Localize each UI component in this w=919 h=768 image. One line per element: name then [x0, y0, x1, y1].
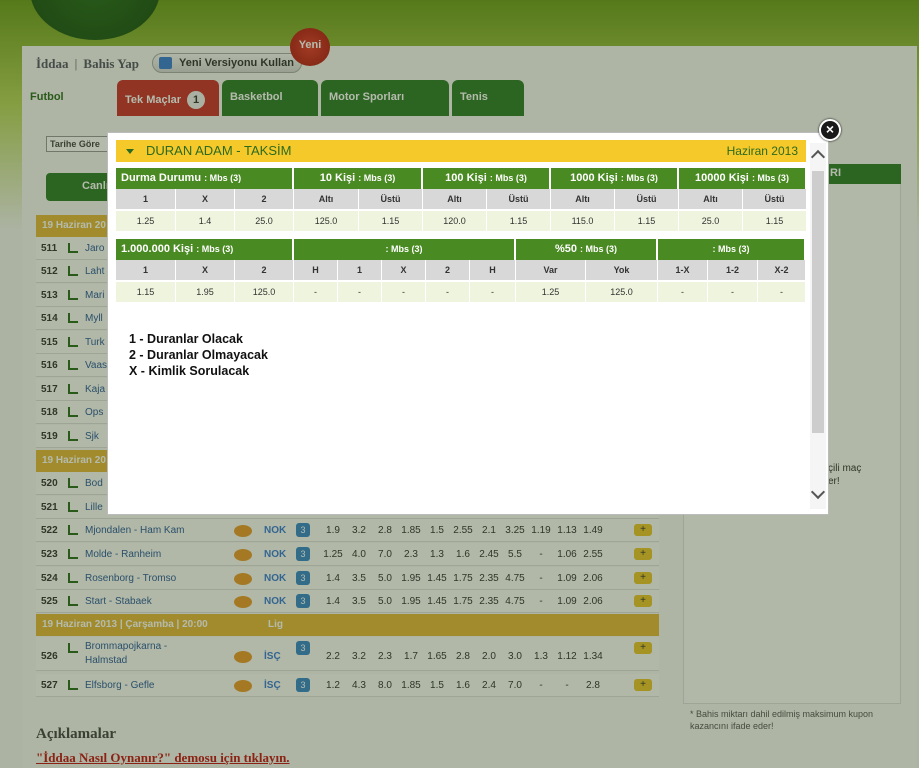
outcome-label: Yok: [586, 260, 658, 280]
odds-cell[interactable]: 1.15: [116, 282, 176, 302]
market-mbs: : Mbs (3): [204, 173, 242, 183]
market-title: 100 Kişi: [445, 172, 487, 184]
modal-scrollbar[interactable]: [810, 143, 826, 509]
scroll-down-icon[interactable]: [810, 484, 826, 500]
legend: 1 - Duranlar Olacak 2 - Duranlar Olmayac…: [129, 331, 268, 379]
market-mbs: : Mbs (3): [358, 173, 396, 183]
outcome-label: 1-X: [658, 260, 708, 280]
outcome-label: Üstü: [487, 189, 551, 209]
market-header: 1000 Kişi : Mbs (3): [551, 168, 679, 189]
odds-cell[interactable]: 1.15: [743, 211, 807, 231]
outcome-label: Var: [516, 260, 586, 280]
outcome-label: 2: [235, 189, 294, 209]
outcome-label: 1: [338, 260, 382, 280]
outcome-label: Altı: [551, 189, 615, 209]
scroll-thumb[interactable]: [812, 171, 824, 433]
market-header: 100 Kişi : Mbs (3): [423, 168, 551, 189]
odds-cell[interactable]: -: [382, 282, 426, 302]
odds-cell[interactable]: -: [294, 282, 338, 302]
market-header: 10000 Kişi : Mbs (3): [679, 168, 807, 189]
scroll-up-icon[interactable]: [810, 149, 826, 165]
market-title: 1000 Kişi: [570, 172, 618, 184]
market-header: : Mbs (3): [294, 239, 516, 260]
market-header: Durma Durumu : Mbs (3): [116, 168, 294, 189]
outcome-label: Altı: [423, 189, 487, 209]
outcome-label: Altı: [294, 189, 359, 209]
market-mbs: : Mbs (3): [712, 244, 750, 254]
market-header: %50 : Mbs (3): [516, 239, 658, 260]
odds-cell[interactable]: -: [708, 282, 758, 302]
odds-cell[interactable]: 125.0: [294, 211, 359, 231]
odds-cell[interactable]: -: [426, 282, 470, 302]
odds-cell[interactable]: -: [470, 282, 516, 302]
market-mbs: : Mbs (3): [385, 244, 423, 254]
grid-value-row: 1.15 1.95 125.0- - - - -1.25 125.0- - -: [116, 282, 806, 302]
market-mbs: : Mbs (3): [196, 244, 234, 254]
market-title: %50: [554, 243, 577, 255]
market-title: Durma Durumu: [121, 172, 202, 184]
odds-cell[interactable]: 120.0: [423, 211, 487, 231]
grid-header-row: Durma Durumu : Mbs (3) 10 Kişi : Mbs (3) 1…: [116, 168, 807, 189]
outcome-label: Üstü: [359, 189, 423, 209]
market-title: 1.000.000 Kişi: [121, 243, 194, 255]
legend-item: 2 - Duranlar Olmayacak: [129, 348, 268, 362]
market-mbs: : Mbs (3): [751, 173, 789, 183]
close-icon[interactable]: ×: [819, 119, 841, 141]
odds-cell[interactable]: 25.0: [679, 211, 743, 231]
odds-cell[interactable]: 1.15: [487, 211, 551, 231]
market-header: 10 Kişi : Mbs (3): [294, 168, 423, 189]
market-title: 10000 Kişi: [695, 172, 749, 184]
outcome-label: Altı: [679, 189, 743, 209]
outcome-label: Üstü: [615, 189, 679, 209]
modal-title-bar[interactable]: DURAN ADAM - TAKSİM Haziran 2013: [116, 140, 806, 162]
odds-cell[interactable]: -: [658, 282, 708, 302]
outcome-label: H: [294, 260, 338, 280]
market-header: : Mbs (3): [658, 239, 806, 260]
outcome-label: 2: [426, 260, 470, 280]
odds-cell[interactable]: 1.15: [359, 211, 423, 231]
odds-cell[interactable]: -: [758, 282, 806, 302]
odds-cell[interactable]: 125.0: [235, 282, 294, 302]
legend-item: 1 - Duranlar Olacak: [129, 332, 243, 346]
odds-cell[interactable]: 25.0: [235, 211, 294, 231]
odds-cell[interactable]: 1.95: [176, 282, 235, 302]
odds-cell[interactable]: 115.0: [551, 211, 615, 231]
outcome-label: X: [176, 189, 235, 209]
outcome-label: X-2: [758, 260, 806, 280]
odds-cell[interactable]: 1.15: [615, 211, 679, 231]
outcome-label: X: [176, 260, 235, 280]
market-mbs: : Mbs (3): [580, 244, 618, 254]
market-header: 1.000.000 Kişi : Mbs (3): [116, 239, 294, 260]
market-mbs: : Mbs (3): [489, 173, 527, 183]
odds-cell[interactable]: 125.0: [586, 282, 658, 302]
market-title: 10 Kişi: [319, 172, 356, 184]
outcome-label: Üstü: [743, 189, 807, 209]
outcome-label: 1: [116, 189, 176, 209]
outcome-label: 1-2: [708, 260, 758, 280]
grid-subheader-row: 1 X 2 H 1 X 2 H Var Yok 1-X 1-2 X-2: [116, 260, 806, 280]
modal-title: DURAN ADAM - TAKSİM: [146, 143, 292, 158]
outcome-label: 2: [235, 260, 294, 280]
modal-date: Haziran 2013: [726, 144, 798, 158]
outcome-label: H: [470, 260, 516, 280]
market-mbs: : Mbs (3): [620, 173, 658, 183]
bet-detail-modal: DURAN ADAM - TAKSİM Haziran 2013 Durma D…: [107, 132, 829, 515]
outcome-label: 1: [116, 260, 176, 280]
grid-value-row: 1.25 1.4 25.0 125.0 1.15 120.0 1.15 115.0 1.15 25…: [116, 211, 807, 231]
chevron-down-icon: [126, 149, 134, 154]
odds-cell[interactable]: -: [338, 282, 382, 302]
odds-cell[interactable]: 1.4: [176, 211, 235, 231]
grid-header-row: 1.000.000 Kişi : Mbs (3) : Mbs (3) %50 : …: [116, 239, 806, 260]
legend-item: X - Kimlik Sorulacak: [129, 364, 250, 378]
odds-cell[interactable]: 1.25: [116, 211, 176, 231]
grid-subheader-row: 1 X 2 Altı Üstü Altı Üstü Altı Üstü Altı Üstü: [116, 189, 807, 209]
outcome-label: X: [382, 260, 426, 280]
odds-cell[interactable]: 1.25: [516, 282, 586, 302]
